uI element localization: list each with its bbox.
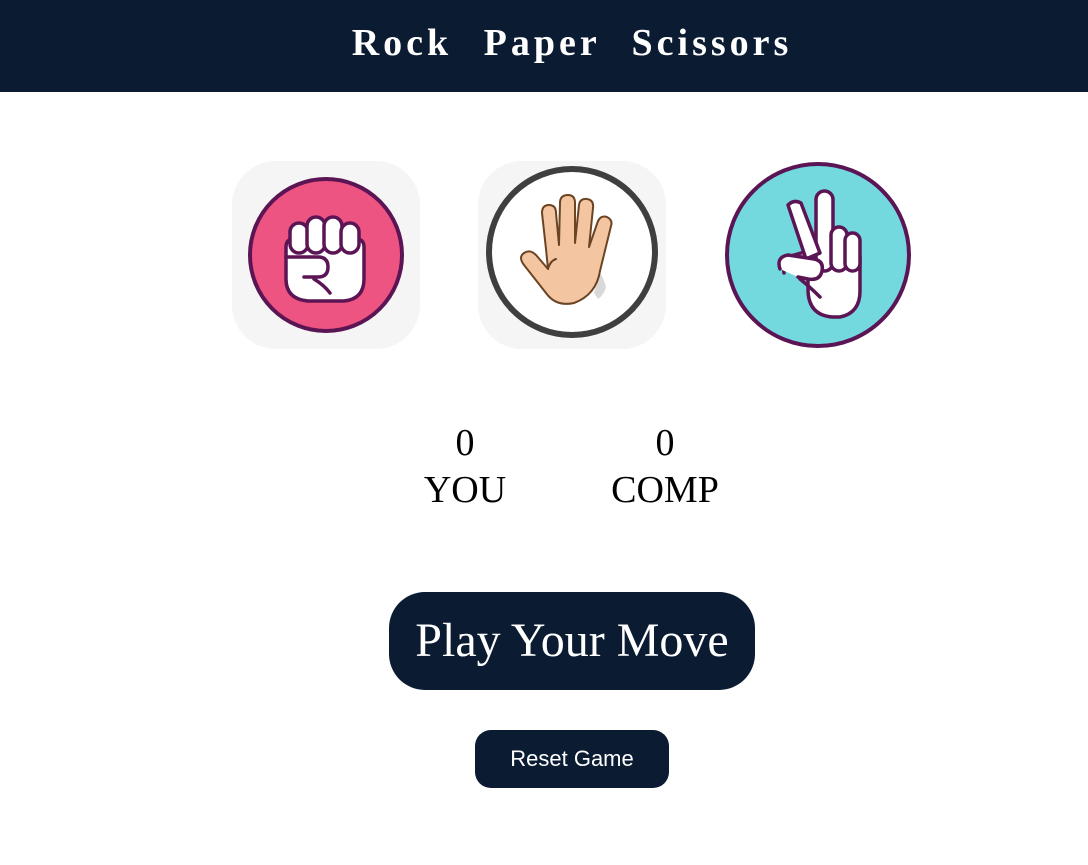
rock-fist-icon	[248, 177, 404, 333]
paper-choice[interactable]	[478, 161, 666, 349]
paper-hand-icon	[486, 166, 658, 338]
comp-score-block: 0 COMP	[565, 420, 765, 514]
header-bar: Rock Paper Scissors	[0, 0, 1088, 92]
scissors-choice[interactable]	[724, 161, 912, 349]
play-your-move-button[interactable]: Play Your Move	[389, 592, 755, 690]
comp-score-value: 0	[655, 422, 675, 464]
user-score-block: 0 YOU	[365, 420, 565, 514]
page-title: Rock Paper Scissors	[351, 22, 793, 64]
reset-game-button[interactable]: Reset Game	[475, 730, 669, 788]
comp-score-label: COMP	[611, 469, 719, 511]
user-score-label: YOU	[423, 469, 507, 511]
rock-choice[interactable]	[232, 161, 420, 349]
scissors-hand-icon	[725, 162, 911, 348]
user-score-value: 0	[455, 422, 475, 464]
